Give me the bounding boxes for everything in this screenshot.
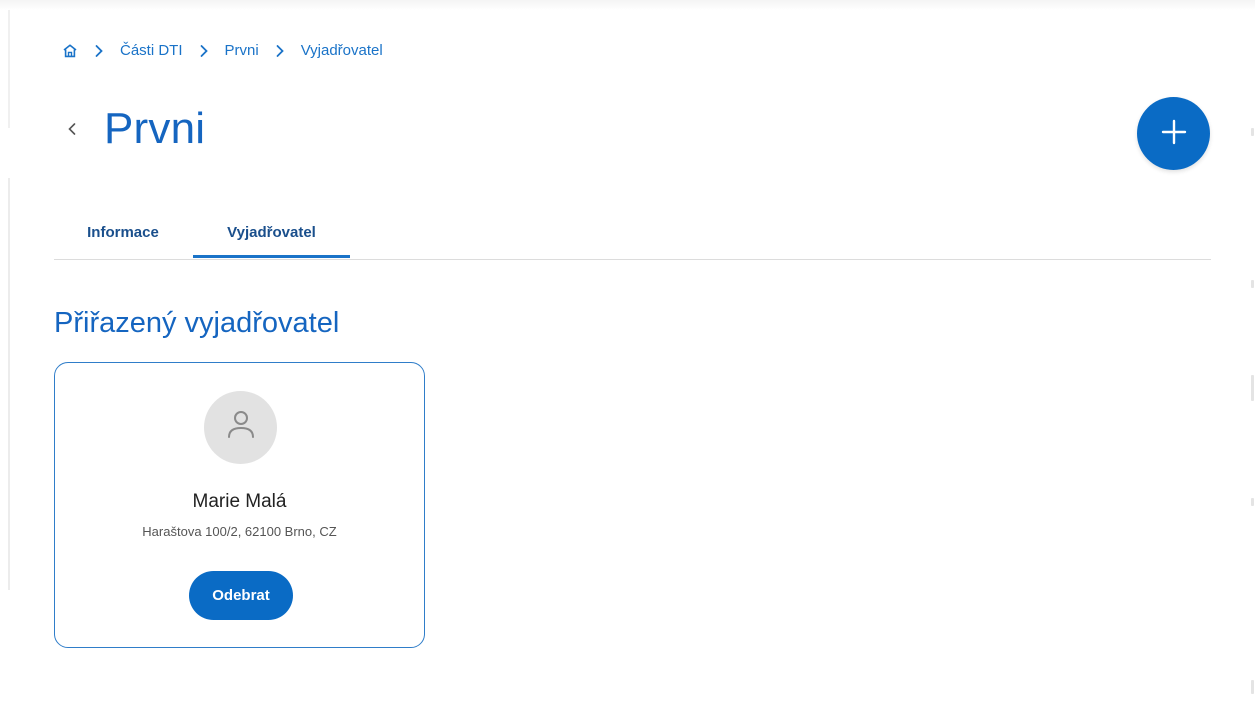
edge-mark bbox=[1251, 680, 1254, 694]
remove-button[interactable]: Odebrat bbox=[189, 571, 293, 620]
breadcrumb-separator-icon bbox=[78, 44, 120, 58]
breadcrumb-separator-icon bbox=[259, 44, 301, 58]
app-root: Části DTI Prvni Vyjadřovatel Prvni Infor… bbox=[0, 0, 1255, 705]
left-divider bbox=[8, 178, 10, 590]
tab-vyjadrovatel[interactable]: Vyjadřovatel bbox=[193, 207, 350, 257]
active-tab-indicator bbox=[193, 255, 350, 258]
plus-icon bbox=[1159, 117, 1189, 150]
breadcrumb-separator-icon bbox=[183, 44, 225, 58]
person-address: Haraštova 100/2, 62100 Brno, CZ bbox=[142, 524, 337, 539]
home-icon[interactable] bbox=[62, 43, 78, 59]
user-icon bbox=[221, 405, 261, 450]
breadcrumb-item-prvni[interactable]: Prvni bbox=[225, 42, 259, 59]
avatar bbox=[204, 391, 277, 464]
edge-mark bbox=[1251, 280, 1254, 288]
breadcrumb: Části DTI Prvni Vyjadřovatel bbox=[62, 42, 383, 59]
page-title: Prvni bbox=[104, 104, 206, 153]
person-name: Marie Malá bbox=[192, 491, 287, 512]
breadcrumb-item-casti-dti[interactable]: Části DTI bbox=[120, 42, 183, 59]
add-button[interactable] bbox=[1137, 97, 1210, 170]
edge-mark bbox=[1251, 375, 1254, 401]
edge-mark bbox=[1251, 128, 1254, 136]
breadcrumb-item-vyjadrovatel[interactable]: Vyjadřovatel bbox=[301, 42, 383, 59]
tab-bar: Informace Vyjadřovatel bbox=[54, 207, 1211, 260]
left-divider-top bbox=[8, 10, 10, 128]
chevron-left-icon[interactable] bbox=[62, 119, 82, 139]
top-band bbox=[0, 0, 1255, 10]
tab-informace[interactable]: Informace bbox=[54, 207, 192, 257]
assignee-card: Marie Malá Haraštova 100/2, 62100 Brno, … bbox=[54, 362, 425, 648]
edge-mark bbox=[1251, 498, 1254, 506]
page-header: Prvni bbox=[62, 104, 205, 154]
section-title: Přiřazený vyjadřovatel bbox=[54, 307, 340, 339]
